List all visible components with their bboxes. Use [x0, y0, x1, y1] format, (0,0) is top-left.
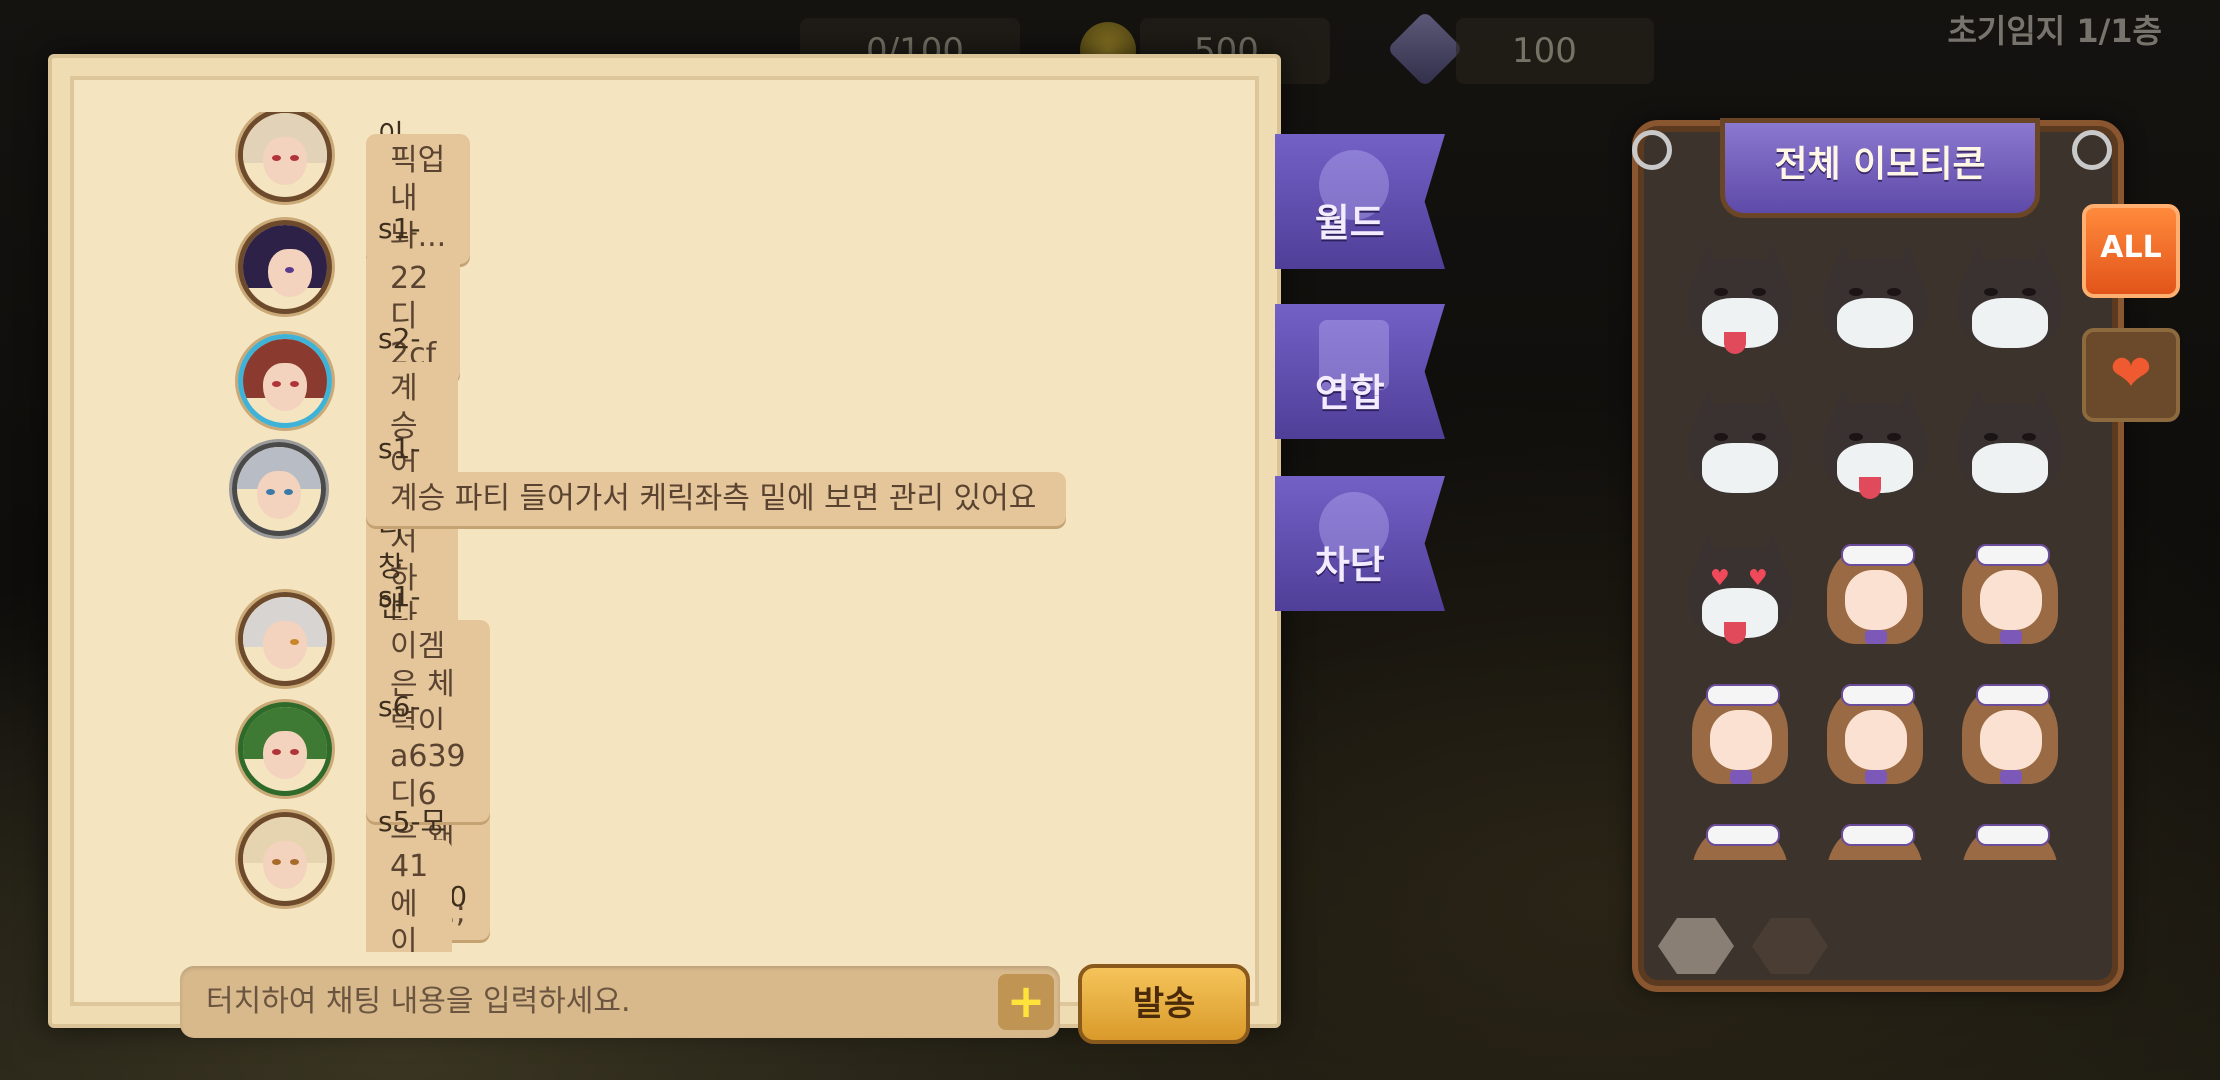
avatar[interactable] — [238, 334, 332, 428]
emoticon-maid-sweat[interactable] — [1815, 670, 1935, 790]
emoticon-dog-smirk[interactable] — [1950, 385, 2070, 505]
emoticon-maid-partial[interactable] — [1815, 810, 1935, 860]
emoticon-maid-cry[interactable] — [1680, 670, 1800, 790]
pin-icon — [1632, 130, 1672, 170]
tab-block[interactable]: 차단 — [1275, 476, 1445, 611]
emoticon-dog-smile[interactable] — [1815, 240, 1935, 360]
stage-label: 초기임지 1/1층 — [1947, 12, 2162, 50]
emoticon-maid-partial[interactable] — [1950, 810, 2070, 860]
all-filter-button[interactable]: ALL — [2082, 204, 2180, 298]
gem-value: 100 — [1512, 31, 1577, 71]
emoticon-dog-tongue[interactable] — [1680, 240, 1800, 360]
emoticon-dog-wink[interactable] — [1950, 240, 2070, 360]
chat-list[interactable]: s1-이퓨 픽업내놔... s1-명사수 22디2cf s2-폐왕 계승 어디서… — [100, 112, 1270, 952]
emoticon-maid-partial[interactable] — [1680, 810, 1800, 860]
gem-bar: 100 — [1456, 18, 1654, 84]
emoticon-dog-grin[interactable] — [1680, 385, 1800, 505]
emoticon-maid-blush[interactable] — [1950, 530, 2070, 650]
chat-input[interactable]: 터치하여 채팅 내용을 입력하세요. + — [180, 966, 1060, 1038]
avatar[interactable] — [238, 220, 332, 314]
chat-panel: s1-이퓨 픽업내놔... s1-명사수 22디2cf s2-폐왕 계승 어디서… — [48, 54, 1281, 1044]
avatar[interactable] — [238, 812, 332, 906]
tab-alliance[interactable]: 연합 — [1275, 304, 1445, 439]
plus-button[interactable]: + — [998, 974, 1054, 1030]
avatar[interactable] — [232, 442, 326, 536]
emoticon-dog-tongue2[interactable] — [1815, 385, 1935, 505]
avatar[interactable] — [238, 592, 332, 686]
favorites-button[interactable]: ❤ — [2082, 328, 2180, 422]
emoticon-maid-wink[interactable] — [1815, 530, 1935, 650]
tab-alliance-label: 연합 — [1314, 371, 1385, 415]
chat-input-placeholder: 터치하여 채팅 내용을 입력하세요. — [206, 984, 631, 1019]
send-button[interactable]: 발송 — [1078, 964, 1250, 1044]
tab-world-label: 월드 — [1314, 201, 1385, 245]
avatar[interactable] — [238, 702, 332, 796]
message-bubble: 계승 파티 들어가서 케릭좌측 밑에 보면 관리 있어요 — [366, 472, 1066, 526]
emoticon-maid-sad[interactable] — [1950, 670, 2070, 790]
gem-icon — [1386, 10, 1464, 88]
tab-block-label: 차단 — [1314, 543, 1385, 587]
tab-world[interactable]: 월드 — [1275, 134, 1445, 269]
avatar[interactable] — [238, 112, 332, 202]
message-bubble: 41에이비68 — [366, 840, 453, 952]
emoticon-grid[interactable]: ♥ ♥ — [1680, 240, 2080, 860]
pin-icon — [2072, 130, 2112, 170]
emoticon-title: 전체 이모티콘 — [1720, 118, 2040, 218]
emoticon-dog-heart-eyes[interactable]: ♥ ♥ — [1680, 530, 1800, 650]
